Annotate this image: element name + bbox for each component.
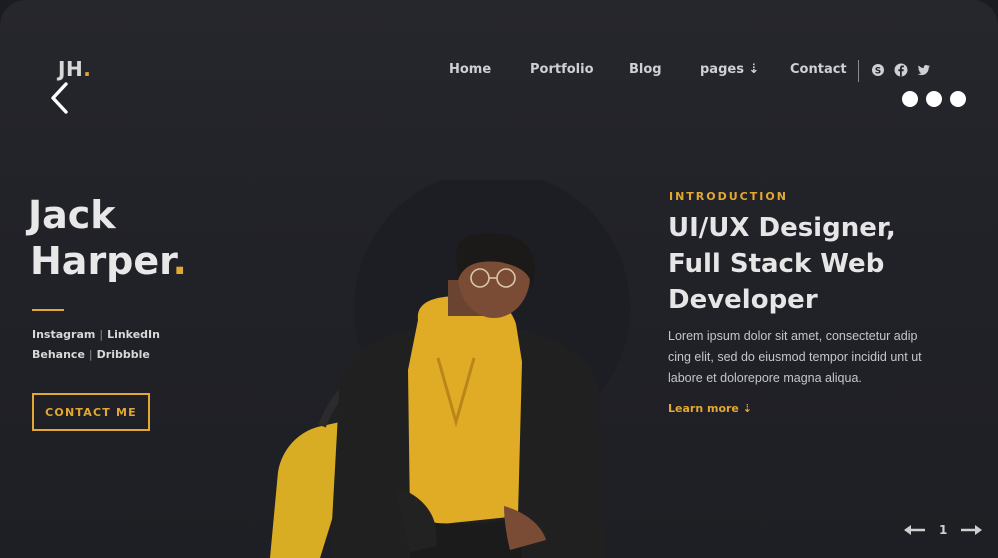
- contact-me-button[interactable]: CONTACT ME: [32, 393, 150, 431]
- last-name: Harper: [30, 239, 173, 283]
- headline-line: Full Stack Web: [668, 249, 885, 279]
- nav-pages[interactable]: pages ⇣: [700, 62, 759, 77]
- intro-headline: UI/UX Designer, Full Stack Web Developer: [668, 210, 968, 318]
- hero-name: Jack Harper.: [28, 192, 187, 284]
- instagram-link[interactable]: Instagram: [32, 328, 95, 341]
- main-nav: Home Portfolio Blog pages ⇣ Contact S: [0, 60, 998, 82]
- twitter-icon[interactable]: [917, 63, 931, 77]
- previous-arrow-icon[interactable]: [904, 524, 926, 536]
- app-frame: JH. Home Portfolio Blog pages ⇣ Contact …: [0, 0, 998, 558]
- linkedin-link[interactable]: LinkedIn: [107, 328, 160, 341]
- slide-pager: 1: [904, 521, 986, 541]
- portrait-image: [270, 180, 630, 558]
- headline-line: Developer: [668, 285, 818, 315]
- link-separator: |: [88, 348, 93, 361]
- nav-portfolio[interactable]: Portfolio: [530, 62, 594, 77]
- learn-more-link[interactable]: Learn more ⇣: [668, 402, 752, 415]
- dribbble-link[interactable]: Dribbble: [97, 348, 150, 361]
- svg-text:S: S: [875, 67, 881, 77]
- intro-description: Lorem ipsum dolor sit amet, consectetur …: [668, 326, 958, 389]
- first-name: Jack: [28, 193, 116, 237]
- skype-icon[interactable]: S: [871, 63, 885, 77]
- nav-contact[interactable]: Contact: [790, 62, 847, 77]
- behance-link[interactable]: Behance: [32, 348, 85, 361]
- nav-blog[interactable]: Blog: [629, 62, 662, 77]
- accent-divider: [32, 309, 64, 311]
- link-separator: |: [99, 328, 104, 341]
- description-line: labore et dolorepore magna aliqua.: [668, 371, 862, 385]
- description-line: Lorem ipsum dolor sit amet, consectetur …: [668, 329, 918, 343]
- next-arrow-icon[interactable]: [960, 524, 982, 536]
- page-number: 1: [939, 523, 948, 537]
- facebook-icon[interactable]: [894, 63, 908, 77]
- back-arrow-icon[interactable]: [47, 80, 73, 116]
- intro-label: INTRODUCTION: [669, 190, 788, 203]
- description-line: cing elit, sed do eiusmod tempor incidid…: [668, 350, 922, 364]
- more-options-icon[interactable]: [902, 90, 968, 110]
- nav-divider: [858, 60, 859, 82]
- social-links: Instagram | LinkedIn Behance | Dribbble: [32, 325, 160, 365]
- name-dot: .: [172, 239, 187, 283]
- nav-home[interactable]: Home: [449, 62, 491, 77]
- headline-line: UI/UX Designer,: [668, 213, 896, 243]
